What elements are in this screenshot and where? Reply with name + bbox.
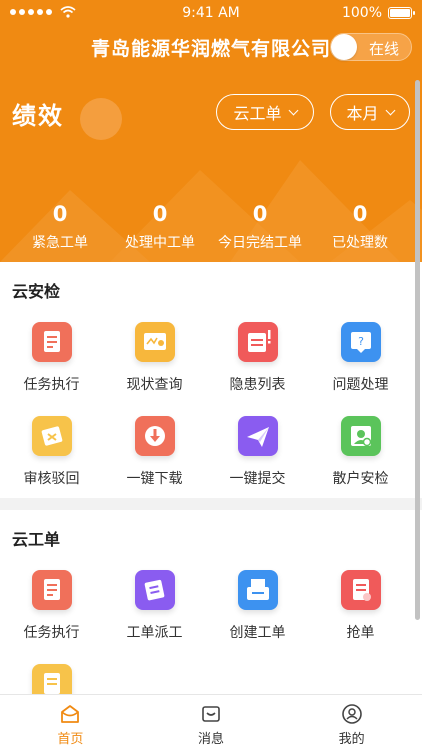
tab-profile[interactable]: 我的	[281, 695, 422, 750]
scrollbar[interactable]	[415, 80, 420, 620]
order-type-select[interactable]: 云工单	[216, 94, 314, 130]
stat-label: 紧急工单	[32, 235, 88, 251]
period-select[interactable]: 本月	[330, 94, 410, 130]
stat-label: 今日完结工单	[218, 235, 302, 251]
section-title-security: 云安检	[12, 282, 61, 301]
grab-order-icon	[340, 570, 381, 610]
section-title-workorder: 云工单	[12, 530, 61, 549]
grid-label: 隐患列表	[229, 377, 286, 393]
grid-item-create-order[interactable]: 创建工单	[206, 564, 309, 658]
online-toggle[interactable]: 在线	[330, 33, 412, 61]
grid-item-status-query[interactable]: 现状查询	[103, 316, 206, 410]
profile-icon	[341, 704, 362, 724]
grid-label: 现状查询	[126, 377, 183, 393]
header-banner: 9:41 AM 100% 青岛能源华润燃气有限公司 在线 绩效 云工单 本月 0…	[0, 0, 422, 262]
grid-item-question-handle[interactable]: ? 问题处理	[309, 316, 412, 410]
home-icon	[61, 705, 80, 723]
stat-value: 0	[352, 202, 368, 226]
tab-messages[interactable]: 消息	[141, 695, 282, 750]
grid-label: 一键下载	[126, 471, 183, 487]
audit-reject-icon	[31, 416, 72, 456]
message-icon	[202, 706, 220, 722]
household-check-icon	[340, 416, 381, 456]
grid-item-submit[interactable]: 一键提交	[206, 410, 309, 504]
grid-label: 任务执行	[23, 625, 80, 641]
section-divider	[0, 498, 422, 510]
tab-home[interactable]: 首页	[0, 695, 141, 750]
security-grid: 任务执行 现状查询 隐患列表 ? 问题处理 审核驳回 一键下载 一键提交 散户安…	[0, 316, 412, 504]
tab-label: 首页	[57, 732, 84, 747]
grid-item-dispatch[interactable]: 工单派工	[103, 564, 206, 658]
grid-label: 创建工单	[229, 625, 286, 641]
submit-icon	[237, 416, 278, 456]
grid-label: 问题处理	[332, 377, 389, 393]
stat-processing[interactable]: 0 处理中工单	[110, 200, 210, 252]
svg-text:?: ?	[358, 335, 364, 348]
battery-percent: 100%	[341, 5, 382, 21]
stat-label: 已处理数	[332, 235, 388, 251]
dispatch-icon	[134, 570, 175, 610]
stat-urgent[interactable]: 0 紧急工单	[10, 200, 110, 252]
grid-label: 任务执行	[23, 377, 80, 393]
grid-item-audit-reject[interactable]: 审核驳回	[0, 410, 103, 504]
grid-label: 抢单	[346, 625, 375, 641]
task-execute-icon	[31, 570, 72, 610]
status-query-icon	[134, 322, 175, 362]
tab-label: 我的	[338, 732, 365, 747]
tab-bar: 首页 消息 我的	[0, 694, 422, 750]
download-icon	[134, 416, 175, 456]
grid-item-download[interactable]: 一键下载	[103, 410, 206, 504]
grid-label: 审核驳回	[23, 471, 80, 487]
create-order-icon	[237, 570, 278, 610]
period-value: 本月	[346, 104, 379, 123]
grid-item-household-check[interactable]: 散户安检	[309, 410, 412, 504]
stat-value: 0	[152, 202, 168, 226]
grid-label: 工单派工	[126, 625, 183, 641]
toggle-knob[interactable]	[331, 34, 357, 60]
tab-label: 消息	[198, 732, 225, 747]
grid-item-task-execute[interactable]: 任务执行	[0, 564, 103, 658]
stat-value: 0	[252, 202, 268, 226]
stat-label: 处理中工单	[125, 235, 195, 251]
stat-handled[interactable]: 0 已处理数	[310, 200, 410, 252]
stats-row: 0 紧急工单 0 处理中工单 0 今日完结工单 0 已处理数	[0, 200, 422, 252]
status-bar: 9:41 AM 100%	[0, 0, 422, 28]
decorative-circle	[80, 98, 122, 140]
online-label: 在线	[368, 40, 399, 58]
performance-title: 绩效	[12, 102, 64, 130]
order-type-value: 云工单	[233, 104, 282, 123]
question-handle-icon: ?	[340, 322, 381, 362]
chevron-down-icon	[385, 105, 395, 115]
stat-completed-today[interactable]: 0 今日完结工单	[210, 200, 310, 252]
battery-icon	[388, 7, 415, 19]
grid-label: 一键提交	[229, 471, 286, 487]
hazard-list-icon	[237, 322, 278, 362]
grid-label: 散户安检	[332, 471, 389, 487]
chevron-down-icon	[288, 105, 298, 115]
grid-item-task-execute[interactable]: 任务执行	[0, 316, 103, 410]
grid-item-grab-order[interactable]: 抢单	[309, 564, 412, 658]
task-execute-icon	[31, 322, 72, 362]
grid-item-hazard-list[interactable]: 隐患列表	[206, 316, 309, 410]
stat-value: 0	[52, 202, 68, 226]
